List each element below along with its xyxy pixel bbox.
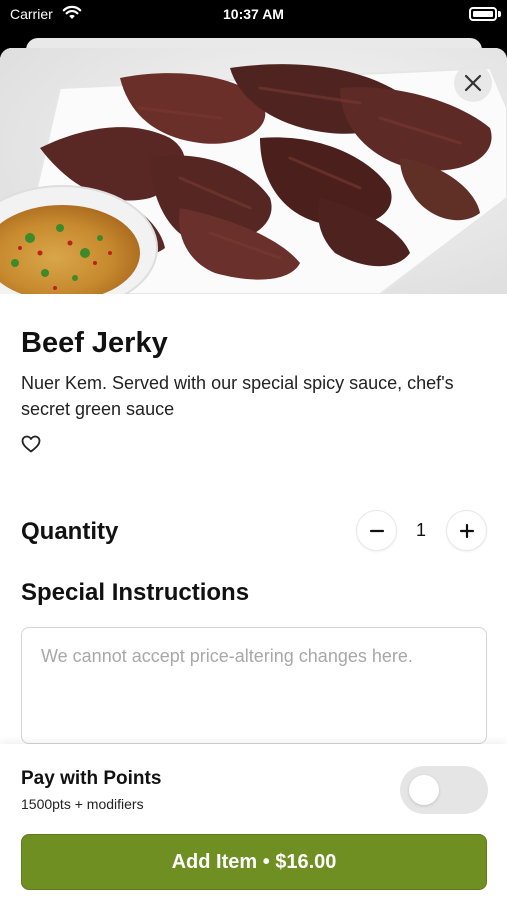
special-instructions-input[interactable]	[21, 627, 487, 744]
toggle-knob	[409, 775, 439, 805]
increment-button[interactable]	[446, 510, 487, 551]
heart-icon[interactable]	[21, 435, 41, 453]
special-instructions-label: Special Instructions	[21, 579, 250, 606]
item-photo	[0, 48, 507, 294]
clock: 10:37 AM	[223, 6, 284, 22]
quantity-label: Quantity	[21, 518, 119, 545]
points-subtitle: 1500pts + modifiers	[21, 796, 144, 812]
status-bar: Carrier 10:37 AM	[0, 0, 507, 30]
minus-icon	[369, 529, 384, 532]
decrement-button[interactable]	[356, 510, 397, 551]
close-button[interactable]	[454, 64, 492, 102]
plus-icon	[459, 523, 474, 538]
close-icon	[464, 74, 482, 92]
battery-cap	[498, 11, 501, 17]
add-item-button[interactable]: Add Item • $16.00	[21, 834, 487, 890]
pay-with-points-toggle[interactable]	[400, 766, 488, 814]
item-detail-sheet: Beef Jerky Nuer Kem. Served with our spe…	[0, 48, 507, 900]
points-title: Pay with Points	[21, 768, 162, 789]
item-title: Beef Jerky	[21, 327, 168, 359]
quantity-value: 1	[415, 520, 426, 540]
battery-icon	[469, 7, 497, 21]
checkout-bar: Pay with Points 1500pts + modifiers Add …	[0, 744, 507, 900]
item-description: Nuer Kem. Served with our special spicy …	[21, 373, 454, 419]
